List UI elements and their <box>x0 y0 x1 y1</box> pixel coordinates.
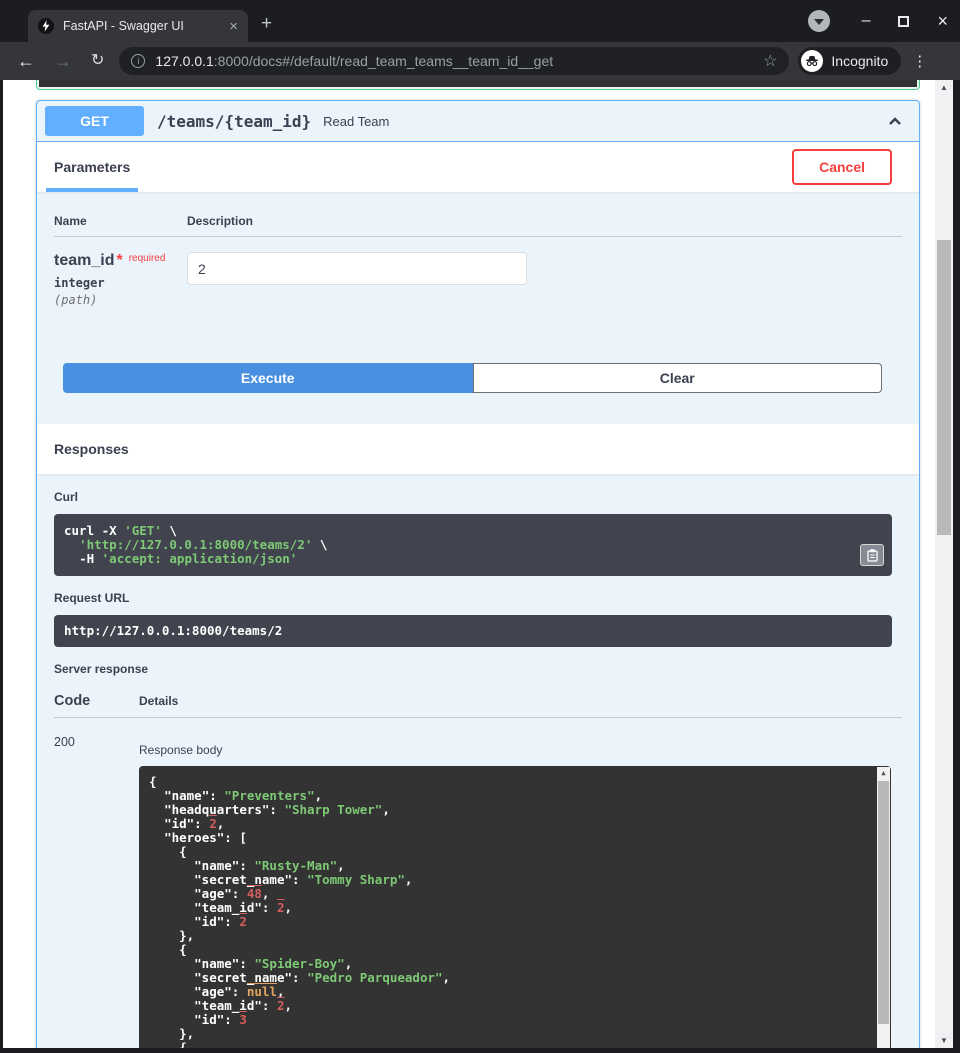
url-path: :8000/docs#/default/read_team_teams__tea… <box>214 53 553 69</box>
profile-menu-button[interactable] <box>808 10 830 32</box>
parameters-title: Parameters <box>54 159 130 175</box>
window-close-button[interactable]: × <box>937 14 948 28</box>
method-badge: GET <box>45 106 144 136</box>
code-column-header: Code <box>54 693 139 709</box>
browser-tab[interactable]: FastAPI - Swagger UI × <box>28 10 248 42</box>
incognito-badge: Incognito <box>798 47 901 75</box>
description-column-header: Description <box>187 214 253 228</box>
minimize-button[interactable]: – <box>862 16 871 26</box>
response-scrollbar[interactable]: ▲ <box>877 767 890 1048</box>
execute-row: Execute Clear <box>63 363 882 393</box>
required-asterisk: * <box>116 252 122 269</box>
url-host: 127.0.0.1 <box>155 53 213 69</box>
new-tab-button[interactable]: + <box>261 13 272 35</box>
page-content: GET /teams/{team_id} Read Team Parameter… <box>3 80 953 1048</box>
scrollbar-up-icon[interactable]: ▲ <box>935 83 953 92</box>
name-column-header: Name <box>54 214 187 228</box>
parameters-header: Parameters Cancel <box>37 142 919 192</box>
opblock-summary[interactable]: GET /teams/{team_id} Read Team <box>37 101 919 142</box>
browser-toolbar: ← → ↻ i 127.0.0.1:8000/docs#/default/rea… <box>0 42 960 80</box>
scrollbar-down-icon[interactable]: ▼ <box>935 1036 953 1045</box>
parameter-row: team_id*required integer (path) <box>54 237 902 307</box>
chevron-down-icon <box>814 19 824 25</box>
response-body-label: Response body <box>139 743 902 757</box>
clipboard-icon <box>866 548 879 562</box>
active-tab-underline <box>46 188 138 192</box>
endpoint-path: /teams/{team_id} <box>157 112 311 131</box>
browser-window: FastAPI - Swagger UI × + – × ← → ↻ i 127… <box>0 0 960 1053</box>
parameter-location: (path) <box>54 293 187 307</box>
request-url-block: http://127.0.0.1:8000/teams/2 <box>54 615 892 647</box>
tab-title: FastAPI - Swagger UI <box>63 19 229 33</box>
response-scrollbar-thumb[interactable] <box>878 781 889 1024</box>
incognito-label: Incognito <box>831 53 888 69</box>
site-info-icon[interactable]: i <box>131 54 145 68</box>
maximize-button[interactable] <box>898 16 909 27</box>
scroll-up-icon[interactable]: ▲ <box>877 767 890 780</box>
back-button[interactable]: ← <box>17 52 35 70</box>
bookmark-star-icon[interactable]: ☆ <box>763 51 777 71</box>
responses-title: Responses <box>54 441 129 457</box>
page-scrollbar[interactable]: ▲ ▼ <box>935 80 953 1048</box>
parameters-body: Name Description team_id*required intege… <box>37 192 919 393</box>
curl-command-block[interactable]: curl -X 'GET' \ 'http://127.0.0.1:8000/t… <box>54 514 892 576</box>
previous-endpoint-block-bottom <box>36 80 920 90</box>
tab-parameters[interactable]: Parameters <box>54 142 130 192</box>
responses-header: Responses <box>37 424 919 474</box>
request-url-value: http://127.0.0.1:8000/teams/2 <box>64 623 282 638</box>
reload-button[interactable]: ↻ <box>91 52 104 70</box>
server-response-label: Server response <box>54 662 902 676</box>
copy-to-clipboard-button[interactable] <box>860 544 884 566</box>
parameter-name: team_id*required <box>54 252 187 270</box>
title-bar: FastAPI - Swagger UI × + – × <box>0 0 960 42</box>
tab-close-icon[interactable]: × <box>229 19 238 34</box>
parameter-type: integer <box>54 276 187 290</box>
response-body-block[interactable]: { "name": "Preventers", "headquarters": … <box>139 766 891 1048</box>
cancel-button[interactable]: Cancel <box>792 149 892 185</box>
curl-label: Curl <box>54 490 902 504</box>
status-code: 200 <box>54 735 139 1048</box>
chevron-up-icon[interactable] <box>885 111 905 131</box>
request-url-label: Request URL <box>54 591 902 605</box>
endpoint-summary: Read Team <box>323 114 389 129</box>
execute-button[interactable]: Execute <box>63 363 473 393</box>
clear-button[interactable]: Clear <box>473 363 883 393</box>
fastapi-favicon-icon <box>38 18 54 34</box>
required-label: required <box>129 253 166 264</box>
opblock-get-teams: GET /teams/{team_id} Read Team Parameter… <box>36 100 920 1048</box>
details-column-header: Details <box>139 694 178 708</box>
response-row: 200 Response body { "name": "Preventers"… <box>54 718 902 1048</box>
responses-body: Curl curl -X 'GET' \ 'http://127.0.0.1:8… <box>37 474 919 1048</box>
forward-button[interactable]: → <box>54 52 72 70</box>
page-scrollbar-thumb[interactable] <box>937 240 951 535</box>
url-bar[interactable]: i 127.0.0.1:8000/docs#/default/read_team… <box>119 47 789 75</box>
menu-dots-icon[interactable]: ⋮ <box>912 52 927 70</box>
previous-code-block <box>39 80 917 87</box>
team-id-input[interactable] <box>187 252 527 285</box>
url-text[interactable]: 127.0.0.1:8000/docs#/default/read_team_t… <box>155 53 553 69</box>
incognito-icon <box>801 50 823 72</box>
